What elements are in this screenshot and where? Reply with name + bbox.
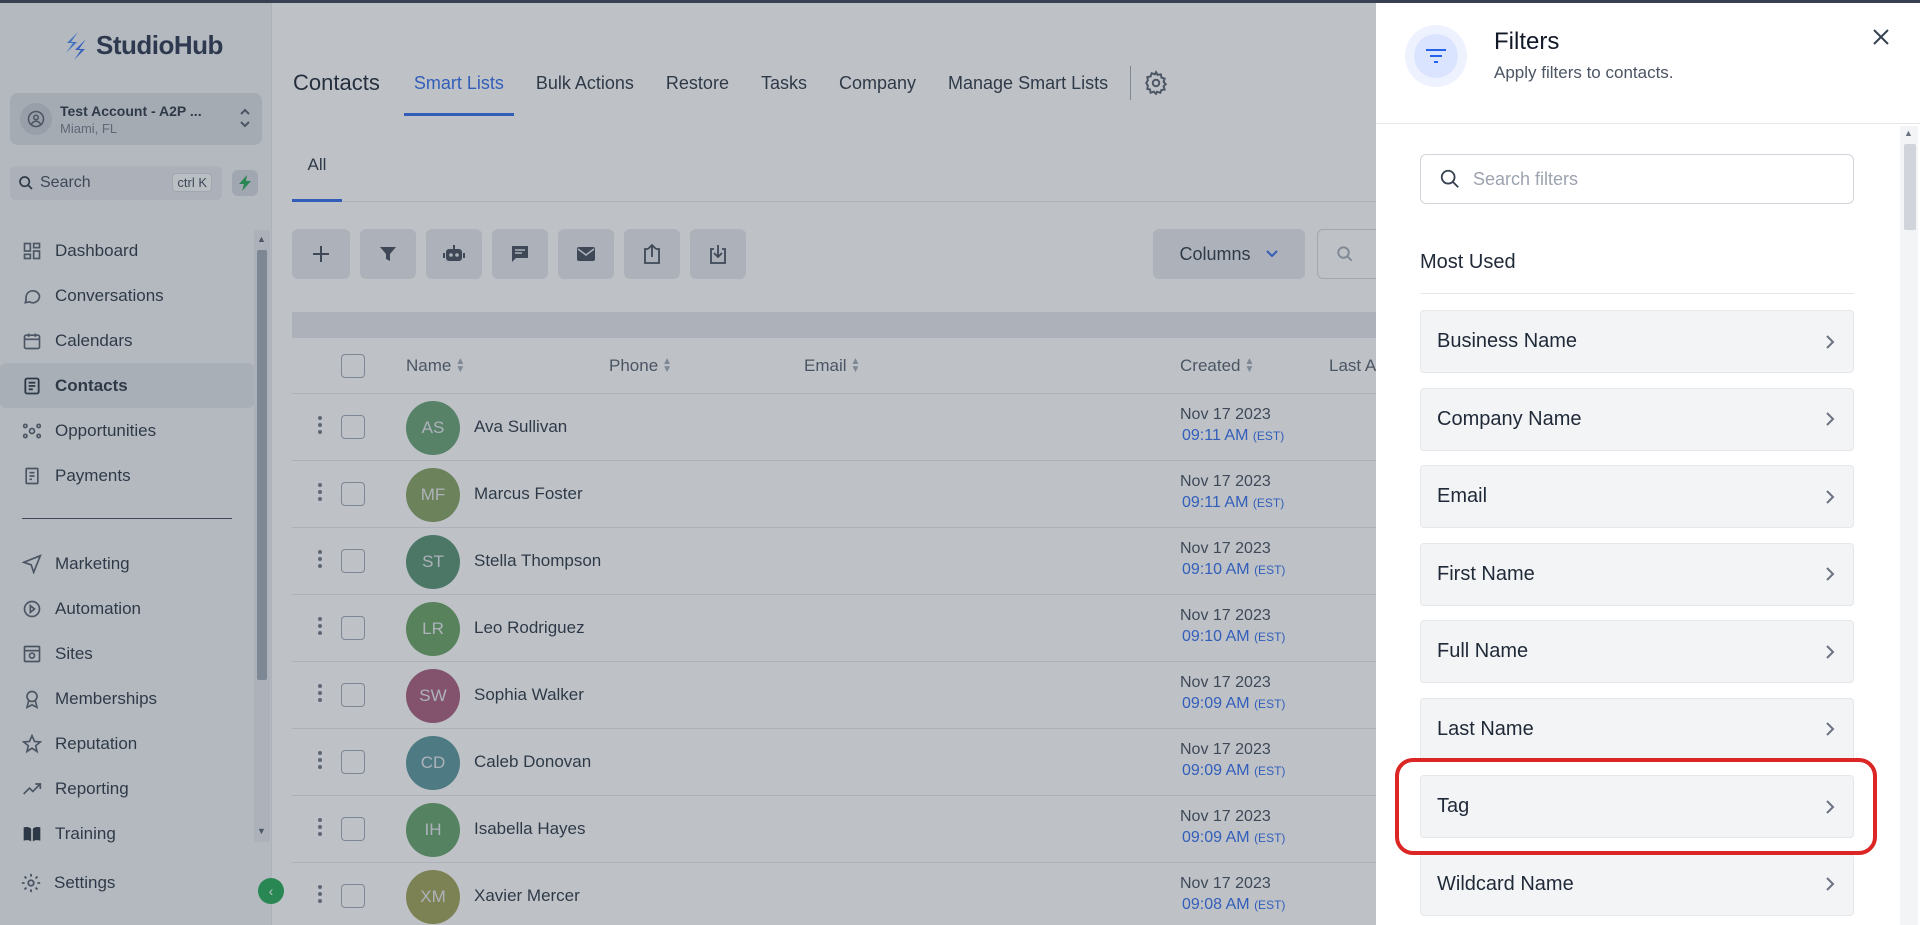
filter-item-label: Business Name — [1437, 330, 1578, 352]
filter-item-label: Wildcard Name — [1437, 872, 1574, 895]
filter-item-email[interactable]: Email — [1420, 465, 1854, 528]
filters-scrollbar-thumb[interactable] — [1904, 144, 1916, 230]
filter-search-input[interactable]: Search filters — [1420, 154, 1854, 204]
chevron-right-icon — [1826, 644, 1835, 659]
filter-item-label: Last Name — [1437, 717, 1534, 740]
filter-item-wildcard-name[interactable]: Wildcard Name — [1420, 852, 1854, 916]
filter-item-label: Full Name — [1437, 640, 1529, 662]
chevron-right-icon — [1826, 489, 1835, 504]
close-icon[interactable] — [1866, 22, 1896, 52]
section-title-most-used: Most Used — [1420, 251, 1516, 273]
filter-item-label: First Name — [1437, 562, 1535, 585]
chevron-right-icon — [1826, 412, 1835, 426]
search-icon — [1440, 169, 1459, 188]
filters-scrollbar[interactable]: ▲ — [1900, 126, 1918, 925]
filter-item-full-name[interactable]: Full Name — [1420, 620, 1854, 683]
filters-title: Filters — [1494, 28, 1560, 55]
filter-item-business-name[interactable]: Business Name — [1420, 310, 1854, 373]
filters-header-icon — [1405, 25, 1467, 87]
filter-item-label: Email — [1437, 485, 1488, 507]
filter-item-last-name[interactable]: Last Name — [1420, 697, 1854, 761]
filter-lines-icon — [1426, 49, 1446, 63]
chevron-right-icon — [1826, 722, 1835, 736]
scroll-up-icon[interactable]: ▲ — [1904, 128, 1913, 138]
chevron-right-icon — [1826, 877, 1835, 891]
filter-item-first-name[interactable]: First Name — [1420, 542, 1854, 606]
filters-subtitle: Apply filters to contacts. — [1494, 63, 1674, 82]
filter-item-label: Company Name — [1437, 407, 1582, 430]
chevron-right-icon — [1826, 567, 1835, 581]
modal-backdrop[interactable] — [0, 0, 1376, 925]
filter-search-placeholder: Search filters — [1473, 168, 1579, 189]
chevron-right-icon — [1826, 334, 1835, 349]
filter-item-company-name[interactable]: Company Name — [1420, 387, 1854, 451]
section-divider — [1420, 293, 1854, 294]
tag-filter-highlight — [1395, 758, 1877, 855]
top-border — [0, 0, 1920, 3]
filters-panel-header: Filters Apply filters to contacts. — [1376, 0, 1920, 124]
